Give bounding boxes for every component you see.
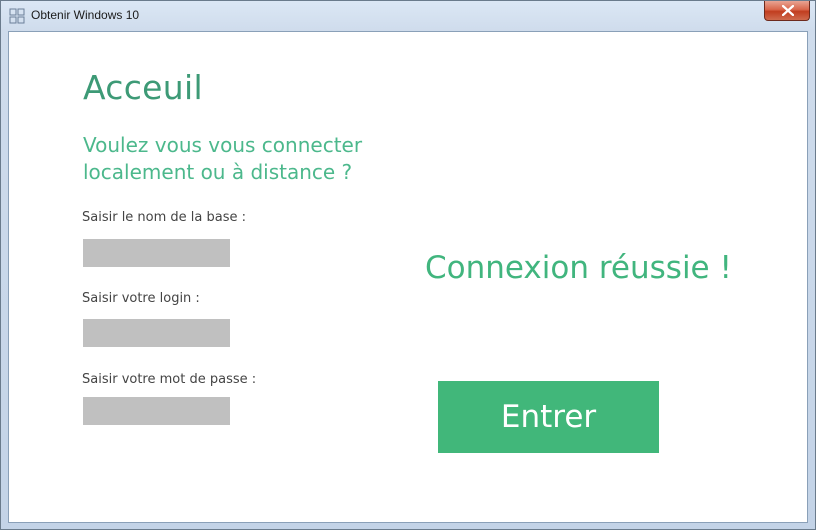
window-title: Obtenir Windows 10 [31,8,140,22]
connection-status-message: Connexion réussie ! [425,250,732,286]
database-name-label: Saisir le nom de la base : [82,210,247,225]
page-title: Acceuil [83,68,203,107]
enter-button[interactable]: Entrer [438,381,659,453]
database-name-input[interactable] [83,239,230,267]
question-line-1: Voulez vous vous connecter [83,133,363,157]
title-bar[interactable]: Obtenir Windows 10 [1,1,815,31]
question-line-2: localement ou à distance ? [83,160,353,184]
login-input[interactable] [83,319,230,347]
windows-logo-icon [9,8,25,24]
close-icon [782,5,794,16]
close-button[interactable] [764,1,810,21]
connection-question: Voulez vous vous connecter localement ou… [83,132,403,186]
app-window: Obtenir Windows 10 Acceuil Voulez vous v… [0,0,816,530]
password-input[interactable] [83,397,230,425]
window-client-area: Acceuil Voulez vous vous connecter local… [8,31,808,523]
password-label: Saisir votre mot de passe : [82,372,257,387]
login-label: Saisir votre login : [82,291,200,306]
